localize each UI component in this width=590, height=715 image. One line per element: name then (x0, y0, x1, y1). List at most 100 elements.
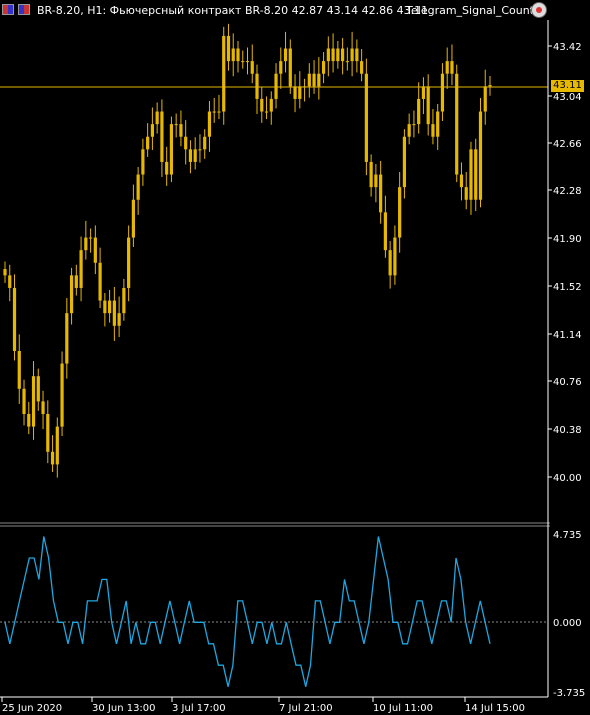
current-price-label: 43.11 (551, 80, 584, 92)
candle-body (3, 269, 7, 276)
time-tick-label: 10 Jul 11:00 (373, 703, 433, 714)
candle-body (255, 73, 259, 99)
candle-body (393, 237, 397, 276)
candle-body (383, 212, 387, 251)
candle-body (360, 61, 364, 74)
candle-body (260, 98, 264, 112)
candle-body (317, 73, 321, 87)
time-axis: 25 Jun 2020 30 Jun 13:00 3 Jul 17:00 7 Jul … (1, 697, 525, 714)
candle-body (207, 111, 212, 137)
candle-body (112, 300, 116, 326)
candle-body (488, 85, 492, 87)
candle-body (8, 275, 12, 288)
candles-layer (3, 23, 492, 478)
candle-body (445, 61, 449, 74)
candle-body (179, 124, 183, 137)
candle-body (127, 237, 131, 288)
candle-body (93, 237, 97, 263)
candle-body (241, 61, 245, 63)
candle-body (426, 86, 430, 125)
candle-body (141, 149, 145, 175)
candle-body (250, 61, 254, 74)
chart-canvas[interactable]: 43.42 43.04 42.66 42.28 41.90 41.52 41.14 40.76… (0, 0, 590, 715)
candle-body (169, 124, 174, 175)
candle-body (212, 111, 216, 113)
candle-body (412, 124, 416, 126)
candle-body (27, 413, 31, 427)
candle-body (431, 124, 435, 137)
candle-body (79, 250, 83, 288)
time-tick-label: 7 Jul 21:00 (279, 703, 333, 714)
candle-body (407, 124, 411, 137)
candle-body (69, 275, 74, 314)
candle-body (379, 174, 383, 213)
time-tick-label: 14 Jul 15:00 (465, 703, 525, 714)
candle-body (436, 111, 440, 137)
price-tick-label: 42.66 (553, 139, 582, 150)
candle-body (331, 48, 335, 62)
candle-body (459, 174, 464, 188)
candle-body (469, 149, 473, 200)
price-tick-label: 40.00 (553, 473, 582, 484)
indicator-axis: 4.735 0.000 -3.735 (553, 530, 585, 699)
candle-body (203, 136, 207, 150)
price-axis: 43.42 43.04 42.66 42.28 41.90 41.52 41.14 40.76… (548, 42, 582, 484)
candle-body (155, 111, 159, 125)
candle-body (474, 149, 478, 200)
candle-body (117, 313, 121, 326)
indicator-line (4, 536, 491, 687)
candle-body (464, 187, 468, 200)
candle-body (131, 199, 135, 238)
candle-body (421, 86, 426, 99)
candle-body (103, 300, 107, 314)
candle-body (440, 73, 445, 112)
candle-body (41, 401, 45, 414)
candle-body (345, 61, 349, 63)
candle-body (65, 313, 69, 364)
candle-body (312, 73, 316, 87)
candle-body (288, 48, 292, 87)
candle-body (398, 187, 402, 238)
candle-body (217, 111, 221, 113)
candle-body (174, 124, 178, 126)
candle-body (46, 413, 50, 452)
candle-body (222, 35, 226, 112)
candle-body (17, 350, 21, 389)
candle-body (60, 363, 64, 427)
price-tick-label: 43.42 (553, 42, 582, 53)
candle-body (184, 136, 188, 150)
price-tick-label: 41.90 (553, 234, 582, 245)
candle-body (279, 61, 283, 74)
indicator-tick-label: 4.735 (553, 530, 582, 541)
candle-body (478, 111, 483, 200)
candle-body (193, 149, 197, 162)
candle-body (374, 174, 378, 188)
candle-body (450, 61, 454, 74)
price-tick-label: 41.52 (553, 282, 582, 293)
candle-body (188, 149, 193, 162)
candle-body (226, 35, 231, 62)
candle-body (150, 124, 155, 137)
candle-body (321, 61, 326, 74)
candle-body (88, 237, 93, 239)
indicator-tick-label: -3.735 (553, 688, 585, 699)
time-tick-label: 25 Jun 2020 (2, 703, 62, 714)
candle-body (36, 376, 40, 402)
candle-body (74, 275, 78, 288)
candle-body (350, 48, 354, 62)
candle-body (50, 451, 55, 465)
price-tick-label: 42.28 (553, 186, 582, 197)
candle-body (136, 174, 140, 200)
price-tick-label: 40.76 (553, 377, 582, 388)
candle-body (236, 48, 240, 62)
candle-body (146, 136, 150, 150)
candle-body (108, 300, 112, 314)
candle-body (231, 48, 235, 62)
candle-body (122, 287, 126, 314)
time-tick-label: 30 Jun 13:00 (92, 703, 156, 714)
candle-body (245, 61, 250, 63)
candle-body (264, 111, 269, 113)
candle-body (22, 388, 26, 414)
candle-body (84, 237, 88, 251)
candle-body (417, 98, 421, 125)
